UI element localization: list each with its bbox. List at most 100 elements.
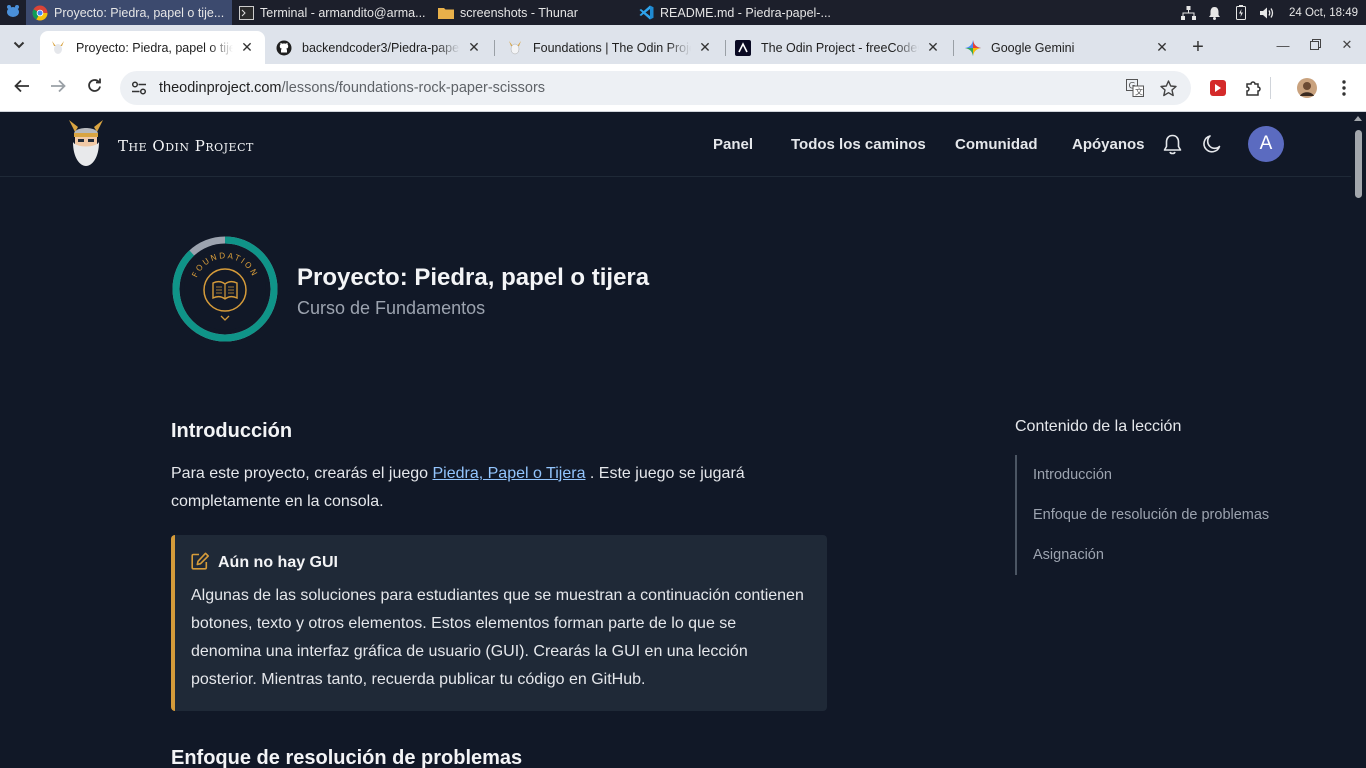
chevron-down-icon: [13, 36, 25, 54]
github-icon: [276, 40, 292, 56]
nav-support[interactable]: Apóyanos: [1072, 136, 1145, 153]
url-path: /lessons/foundations-rock-paper-scissors: [281, 80, 546, 96]
course-name[interactable]: Curso de Fundamentos: [297, 298, 485, 319]
toc-rail: [1015, 455, 1017, 575]
close-icon[interactable]: ✕: [1154, 39, 1170, 56]
user-avatar[interactable]: A: [1248, 126, 1284, 162]
new-tab-button[interactable]: +: [1186, 35, 1210, 59]
taskbar-app-chrome[interactable]: Proyecto: Piedra, papel o tije...: [26, 0, 232, 25]
terminal-icon: [238, 5, 254, 21]
minimize-button[interactable]: —: [1271, 35, 1295, 55]
network-icon[interactable]: [1181, 5, 1197, 21]
profile-avatar[interactable]: [1297, 78, 1317, 98]
freecodecamp-icon: [735, 39, 751, 56]
callout-header: Aún no hay GUI: [191, 550, 809, 576]
xfce-mouse-icon: [6, 4, 20, 21]
no-gui-callout: Aún no hay GUI Algunas de las soluciones…: [171, 535, 827, 711]
bookmark-star-icon[interactable]: [1159, 79, 1177, 97]
browser-tab-freecodecamp[interactable]: The Odin Project - freeCodeCamp ✕: [725, 31, 951, 64]
extension-red-icon[interactable]: [1208, 78, 1228, 98]
browser-toolbar: theodinproject.com/lessons/foundations-r…: [0, 64, 1366, 112]
clock[interactable]: 24 Oct, 18:49: [1289, 7, 1358, 19]
svg-text:文: 文: [1135, 87, 1143, 97]
tab-title: Google Gemini: [991, 40, 1075, 55]
browser-tab-foundations[interactable]: Foundations | The Odin Project ✕: [497, 31, 723, 64]
toc-item-introduction[interactable]: Introducción: [1033, 467, 1112, 483]
volume-icon[interactable]: [1259, 5, 1275, 21]
tab-title: Foundations | The Odin Project: [533, 40, 691, 55]
restore-icon: [1309, 38, 1321, 53]
taskbar-app-label: Terminal - armandito@arma...: [260, 5, 426, 20]
logo-text: The Odin Project: [118, 136, 254, 155]
notification-bell-icon[interactable]: [1161, 133, 1183, 155]
browser-tab-github[interactable]: backendcoder3/Piedra-papel-o-tijera ✕: [266, 31, 492, 64]
os-taskbar: Proyecto: Piedra, papel o tije... Termin…: [0, 0, 1366, 25]
chrome-menu-icon[interactable]: [1334, 78, 1354, 98]
reload-button[interactable]: [82, 76, 106, 100]
taskbar-app-label: README.md - Piedra-papel-...: [660, 5, 831, 20]
scroll-up-arrow-icon[interactable]: [1354, 116, 1362, 121]
plus-icon: +: [1192, 35, 1204, 58]
url-domain: theodinproject.com: [159, 80, 282, 96]
taskbar-app-terminal[interactable]: Terminal - armandito@arma...: [232, 0, 432, 25]
dark-mode-moon-icon[interactable]: [1201, 133, 1223, 155]
browser-tab-lesson[interactable]: Proyecto: Piedra, papel o tijera ✕: [40, 31, 265, 64]
nav-all-paths[interactable]: Todos los caminos: [791, 136, 926, 153]
tab-title: Proyecto: Piedra, papel o tijera: [76, 40, 233, 55]
taskbar-app-label: screenshots - Thunar: [460, 5, 578, 20]
close-window-button[interactable]: ✕: [1335, 35, 1359, 55]
tab-title: backendcoder3/Piedra-papel-o-tijera: [302, 40, 460, 55]
nav-community[interactable]: Comunidad: [955, 136, 1038, 153]
nav-panel[interactable]: Panel: [713, 136, 753, 153]
browser-tab-gemini[interactable]: Google Gemini ✕: [955, 31, 1180, 64]
url-text: theodinproject.com/lessons/foundations-r…: [159, 80, 545, 96]
close-icon[interactable]: ✕: [239, 39, 255, 56]
battery-icon[interactable]: [1233, 5, 1249, 21]
extensions-puzzle-icon[interactable]: [1244, 78, 1264, 98]
close-icon: ✕: [1341, 37, 1353, 52]
scrollbar-thumb[interactable]: [1355, 130, 1362, 198]
odin-head-icon: [66, 118, 106, 173]
odin-favicon-icon: [50, 40, 66, 56]
close-icon[interactable]: ✕: [697, 39, 713, 56]
toolbar-divider: [1270, 77, 1271, 99]
translate-icon[interactable]: G文: [1126, 79, 1144, 97]
gemini-icon: [965, 39, 981, 56]
notification-bell-icon[interactable]: [1207, 5, 1223, 21]
taskbar-app-vscode[interactable]: README.md - Piedra-papel-...: [632, 0, 832, 25]
vscode-icon: [638, 5, 654, 21]
address-bar[interactable]: theodinproject.com/lessons/foundations-r…: [120, 71, 1191, 105]
arrow-left-icon: [14, 79, 30, 98]
chrome-icon: [32, 5, 48, 21]
intro-text-before: Para este proyecto, crearás el juego: [171, 465, 433, 482]
forward-button[interactable]: [46, 76, 70, 100]
site-header: The Odin Project Panel Todos los caminos…: [0, 112, 1351, 177]
taskbar-app-label: Proyecto: Piedra, papel o tije...: [54, 5, 225, 20]
odin-logo[interactable]: The Odin Project: [66, 118, 254, 173]
callout-title: Aún no hay GUI: [218, 554, 338, 571]
foundations-progress-badge: FOUNDATION: [172, 236, 278, 342]
close-icon[interactable]: ✕: [925, 39, 941, 56]
toc-item-assignment[interactable]: Asignación: [1033, 547, 1104, 563]
site-info-icon[interactable]: [122, 81, 156, 95]
intro-paragraph: Para este proyecto, crearás el juego Pie…: [171, 460, 811, 516]
back-button[interactable]: [10, 76, 34, 100]
page-content: The Odin Project Panel Todos los caminos…: [0, 112, 1366, 768]
restore-button[interactable]: [1303, 35, 1327, 55]
tab-title: The Odin Project - freeCodeCamp: [761, 40, 919, 55]
intro-heading: Introducción: [171, 420, 293, 442]
tab-separator: [494, 40, 495, 56]
page-scrollbar[interactable]: [1351, 112, 1366, 768]
tab-search-button[interactable]: [6, 33, 32, 57]
taskbar-app-thunar[interactable]: screenshots - Thunar: [432, 0, 632, 25]
browser-tab-strip: Proyecto: Piedra, papel o tijera ✕ backe…: [0, 25, 1366, 64]
rock-paper-scissors-link[interactable]: Piedra, Papel o Tijera: [432, 465, 585, 482]
minimize-icon: —: [1276, 37, 1290, 53]
toc-title: Contenido de la lección: [1015, 418, 1182, 435]
close-icon[interactable]: ✕: [466, 39, 482, 56]
toc-item-problem-solving[interactable]: Enfoque de resolución de problemas: [1033, 507, 1269, 523]
system-tray: 24 Oct, 18:49: [1181, 0, 1366, 25]
folder-icon: [438, 5, 454, 21]
os-menu-button[interactable]: [0, 0, 26, 25]
callout-body: Algunas de las soluciones para estudiant…: [191, 587, 804, 688]
